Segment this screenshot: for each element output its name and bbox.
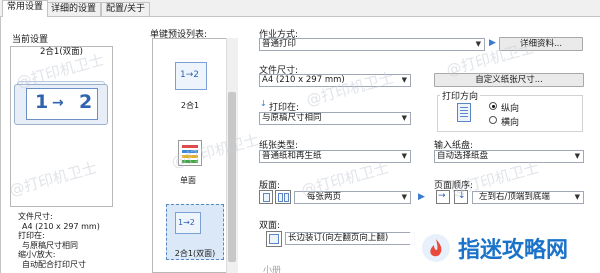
brand-badge: 指迷攻略网 xyxy=(410,222,600,273)
booklet-label: 小册 xyxy=(263,266,282,273)
page-order-value: 左到右/顶端到底端 xyxy=(479,192,550,202)
media-type-select[interactable]: 普通纸和再生纸 ▼ xyxy=(259,150,411,163)
print-on-value: 与原稿尺寸相同 xyxy=(262,113,322,123)
info-print-on-label: 打印在: xyxy=(18,231,45,240)
tab-config-about[interactable]: 配置/关于 xyxy=(101,2,151,17)
chevron-down-icon: ▼ xyxy=(574,193,580,201)
info-scale-value: 自动配合打印尺寸 xyxy=(22,259,86,269)
chevron-down-icon: ▼ xyxy=(401,114,407,122)
preset-2in1-duplex-label[interactable]: 2合1(双面) xyxy=(165,248,225,259)
preset-2in1-icon-text: 1→2 xyxy=(180,70,199,80)
info-size-value: A4 (210 x 297 mm) xyxy=(22,221,100,231)
landscape-label[interactable]: 横向 xyxy=(501,115,519,128)
preview-page-1: 1 xyxy=(35,91,49,113)
duplex-value: 长边装订(向左翻页向上翻) xyxy=(288,233,389,243)
tab-detailed-settings[interactable]: 详细的设置 xyxy=(46,2,102,17)
preview-page-2: 2 xyxy=(79,91,93,113)
chevron-down-icon: ▼ xyxy=(574,152,580,160)
paper-source-value: 自动选择纸盘 xyxy=(437,151,489,161)
preset-2in1-duplex-icon[interactable]: 1→2 xyxy=(175,212,201,234)
preview-sheet-icon: 1 → 2 xyxy=(26,88,98,120)
preset-2in1-duplex-icon-text: 1→2 xyxy=(178,218,195,227)
arrow-right-icon: → xyxy=(52,95,64,111)
preset-single-sided-label[interactable]: 单面 xyxy=(158,175,218,186)
brand-badge-text: 指迷攻略网 xyxy=(458,238,569,263)
info-size-label: 文件尺寸: xyxy=(18,212,53,221)
current-settings-info: 文件尺寸: A4 (210 x 297 mm) 打印在: 与原稿尺寸相同 缩小/… xyxy=(18,212,118,269)
orientation-label: 打印方向 xyxy=(440,89,481,102)
portrait-page-icon xyxy=(457,103,471,122)
tab-bar: 常用设置 详细的设置 配置/关于 xyxy=(0,0,600,17)
chevron-down-icon: ▼ xyxy=(401,76,407,84)
page-order-ltr-icon[interactable]: → xyxy=(436,190,450,204)
media-type-value: 普通纸和再生纸 xyxy=(262,151,322,161)
chevron-down-icon: ▼ xyxy=(401,193,407,201)
tab-common-settings[interactable]: 常用设置 xyxy=(2,0,49,17)
duplex-label: 双面: xyxy=(259,221,281,231)
chevron-down-icon: ▼ xyxy=(475,40,481,48)
scrollbar-thumb[interactable] xyxy=(228,92,236,262)
page-order-select[interactable]: 左到右/顶端到底端 ▼ xyxy=(472,191,584,204)
preset-2in1-label[interactable]: 2合1 xyxy=(160,100,220,111)
paper-source-select[interactable]: 自动选择纸盘 ▼ xyxy=(434,150,584,163)
portrait-radio[interactable] xyxy=(489,102,497,110)
info-print-on-value: 与原稿尺寸相同 xyxy=(22,240,78,250)
duplex-select[interactable]: 长边装订(向左翻页向上翻) xyxy=(285,232,415,245)
job-mode-value: 普通打印 xyxy=(262,39,297,49)
current-settings-heading: 当前设置 xyxy=(12,35,49,45)
play-arrow-icon: ▶ xyxy=(418,192,425,202)
layout-single-page-icon[interactable] xyxy=(259,190,273,204)
info-scale-label: 缩小/放大: xyxy=(18,250,56,259)
job-mode-select[interactable]: 普通打印 ▼ xyxy=(259,38,485,51)
chevron-down-icon: ▼ xyxy=(401,152,407,160)
print-on-select[interactable]: 与原稿尺寸相同 ▼ xyxy=(259,112,411,125)
duplex-binding-icon[interactable] xyxy=(266,231,282,247)
flame-icon xyxy=(422,234,450,262)
preset-2in1-icon[interactable]: 1→2 xyxy=(175,62,207,90)
portrait-label[interactable]: 纵向 xyxy=(501,101,519,114)
landscape-radio[interactable] xyxy=(489,116,497,124)
print-on-arrow-icon: ↓ xyxy=(260,99,267,108)
layout-two-page-icon[interactable] xyxy=(275,190,291,204)
